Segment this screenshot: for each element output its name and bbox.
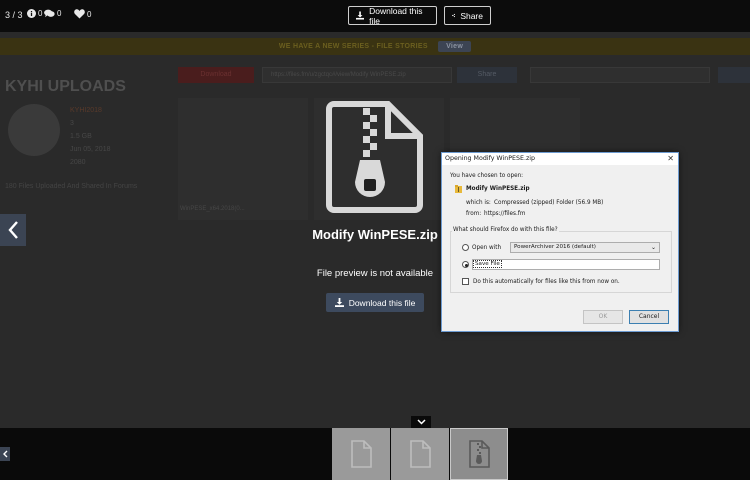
cancel-button[interactable]: Cancel [629, 310, 669, 324]
viewer-topbar: 3 / 3 0 0 0 Download this file Share [0, 0, 750, 32]
zip-file-icon [326, 101, 423, 213]
dialog-title: Opening Modify WinPESE.zip [445, 155, 536, 162]
download-icon [334, 298, 344, 307]
share-button-label: Share [460, 10, 483, 21]
save-file-label: Save File [473, 260, 502, 268]
comments-icon [44, 9, 55, 18]
avatar [8, 104, 60, 156]
banner-view-button: View [438, 41, 472, 52]
zip-folder-icon [455, 185, 462, 193]
viewer-stage: WE HAVE A NEW SERIES - FILE STORIES View… [0, 0, 750, 480]
open-with-select[interactable]: PowerArchiver 2016 (default) ⌄ [510, 242, 660, 253]
dialog-title-bar: Opening Modify WinPESE.zip ✕ [442, 153, 678, 165]
thumbnail-file-1[interactable] [332, 428, 390, 480]
open-with-app: PowerArchiver 2016 (default) [514, 244, 596, 250]
announcement-banner: WE HAVE A NEW SERIES - FILE STORIES View [0, 38, 750, 55]
background-share-button: Share [457, 67, 517, 83]
from-value: https://files.fm [484, 211, 526, 217]
open-file-dialog: Opening Modify WinPESE.zip ✕ You have ch… [441, 152, 679, 332]
info-count: 0 [38, 9, 43, 18]
banner-text: WE HAVE A NEW SERIES - FILE STORIES [278, 43, 428, 50]
background-file-label: WinPESE_x64.2018(0... [180, 206, 245, 212]
ok-button[interactable]: OK [583, 310, 623, 324]
background-send-button [718, 67, 750, 83]
download-button-label: Download this file [369, 5, 423, 26]
preview-download-label: Download this file [348, 297, 416, 308]
which-is-value: Compressed (zipped) Folder (56.9 MB) [494, 200, 604, 206]
thumbnails-previous-button[interactable] [0, 447, 10, 461]
view-count: 2080 [70, 159, 86, 166]
background-download-button: Download [178, 67, 254, 83]
save-file-option[interactable]: Save File [472, 259, 660, 270]
user-meta: KYHI2018 3 1.5 GB Jun 05, 2018 2080 [70, 104, 110, 169]
upload-date: Jun 05, 2018 [70, 146, 111, 153]
background-input [530, 67, 710, 83]
auto-action-label: Do this automatically for files like thi… [473, 279, 620, 285]
chevron-down-icon: ⌄ [650, 244, 656, 251]
info-icon [27, 9, 36, 18]
file-counter: 3 / 3 [5, 10, 23, 20]
open-with-radio[interactable] [462, 244, 469, 251]
chevron-down-icon [416, 419, 426, 425]
share-button[interactable]: Share [444, 6, 491, 25]
download-icon [356, 11, 365, 20]
background-url-field: https://files.fm/u/zgctqc#/view/Modify W… [262, 67, 452, 83]
open-with-label: Open with [472, 245, 502, 251]
file-count: 3 [70, 120, 74, 127]
likes-count: 0 [87, 9, 92, 19]
thumbnail-file-2[interactable] [391, 428, 449, 480]
action-question: What should Firefox do with this file? [452, 227, 559, 233]
preview-download-button[interactable]: Download this file [326, 293, 424, 312]
username: KYHI2018 [70, 107, 102, 114]
file-icon [351, 440, 372, 468]
background-description: 180 Files Uploaded And Shared In Forums [5, 183, 138, 190]
total-size: 1.5 GB [70, 133, 92, 140]
heart-icon [74, 9, 85, 19]
which-is-label: which is: [466, 200, 491, 206]
background-page-title: KYHI UPLOADS [5, 78, 126, 95]
auto-action-checkbox[interactable] [462, 278, 469, 285]
toggle-thumbnails-button[interactable] [411, 416, 431, 428]
comments-count: 0 [57, 9, 62, 18]
file-icon [410, 440, 431, 468]
thumbnail-file-3[interactable] [450, 428, 508, 480]
download-button[interactable]: Download this file [348, 5, 437, 26]
chosen-to-open-text: You have chosen to open: [450, 173, 524, 179]
comments-stat[interactable]: 0 [44, 9, 61, 18]
dialog-close-button[interactable]: ✕ [667, 153, 674, 165]
likes-stat[interactable]: 0 [74, 9, 91, 19]
background-file-card [178, 98, 308, 220]
zip-file-icon [469, 440, 490, 468]
save-file-radio[interactable] [462, 261, 469, 268]
info-stat[interactable]: 0 [27, 9, 42, 18]
from-label: from: [466, 211, 482, 217]
share-icon [452, 13, 456, 18]
dialog-file-name: Modify WinPESE.zip [466, 186, 530, 192]
chevron-left-icon [3, 450, 8, 458]
